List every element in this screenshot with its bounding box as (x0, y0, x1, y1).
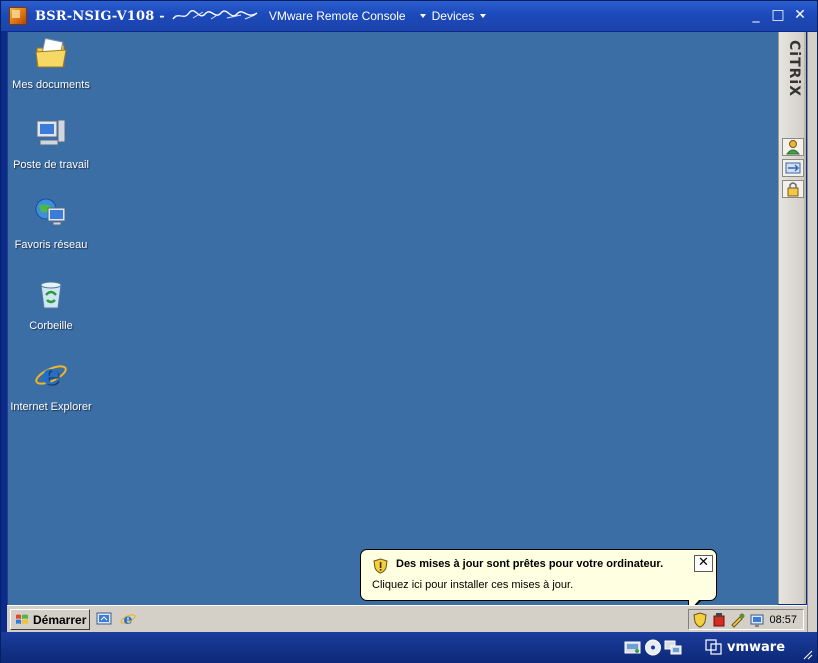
maximize-button[interactable]: □ (771, 7, 785, 23)
citrix-user-icon (785, 140, 801, 155)
vmware-brand-text: vmware (727, 639, 786, 655)
vmware-console-window: BSR-NSIG-V108 - VMware Remote Console De… (0, 0, 818, 663)
start-button-label: Démarrer (33, 612, 87, 627)
my-computer-icon (36, 119, 66, 146)
citrix-lock-button[interactable] (782, 180, 804, 198)
citrix-transfer-icon (785, 162, 801, 174)
vmware-status-bar: vmware (1, 632, 817, 663)
window-title: BSR-NSIG-V108 - (35, 8, 165, 24)
removable-devices-icon[interactable] (624, 639, 642, 656)
desktop-icon-my-computer[interactable]: Poste de travail (5, 116, 97, 172)
svg-text:e: e (124, 612, 133, 627)
taskbar: Démarrer e 08:57 (7, 605, 807, 632)
update-balloon-tooltip[interactable]: Des mises à jour sont prêtes pour votre … (360, 549, 717, 601)
windows-update-shield-icon[interactable] (692, 611, 708, 628)
network-icon[interactable] (749, 612, 765, 628)
my-documents-icon (35, 37, 67, 68)
tools-icon[interactable] (730, 612, 746, 628)
desktop-icon-my-documents[interactable]: Mes documents (5, 36, 97, 92)
balloon-message[interactable]: Cliquez ici pour installer ces mises à j… (372, 579, 573, 591)
caret-down-icon (480, 14, 487, 18)
vmware-boxes-icon (705, 639, 722, 655)
redacted-scribble-icon (172, 10, 258, 20)
citrix-lock-icon (787, 182, 799, 197)
security-alert-icon[interactable] (711, 612, 727, 628)
citrix-toolbar: CiTRiX (778, 32, 806, 604)
caret-down-icon (419, 14, 426, 18)
resize-grip-icon[interactable] (801, 648, 813, 660)
system-tray: 08:57 (688, 609, 804, 630)
close-button[interactable]: ✕ (793, 7, 807, 23)
desktop-icon-label: Corbeille (29, 320, 73, 332)
vmware-app-icon[interactable] (9, 7, 27, 25)
internet-explorer-icon: e (35, 358, 67, 391)
windows-update-shield-icon (373, 558, 388, 574)
title-bar[interactable]: BSR-NSIG-V108 - VMware Remote Console De… (1, 1, 817, 31)
internet-explorer-icon[interactable]: e (120, 611, 136, 627)
show-desktop-icon[interactable] (96, 611, 112, 627)
vmware-logo: vmware (705, 639, 785, 655)
citrix-transfer-button[interactable] (782, 159, 804, 177)
desktop-icon-label: Mes documents (12, 79, 90, 91)
citrix-logo: CiTRiX (786, 40, 802, 97)
remote-desktop[interactable]: Mes documents Poste de travail Favoris r… (7, 32, 778, 605)
window-right-border (807, 32, 817, 632)
desktop-icon-recycle-bin[interactable]: Corbeille (5, 277, 97, 333)
network-places-icon (35, 198, 66, 226)
desktop-icon-label: Internet Explorer (10, 401, 92, 413)
desktop-icon-internet-explorer[interactable]: e Internet Explorer (5, 358, 97, 414)
windows-logo-icon (16, 614, 28, 624)
menu-vmware-remote-console[interactable]: VMware Remote Console (269, 9, 406, 23)
taskbar-clock[interactable]: 08:57 (769, 614, 797, 626)
network-adapter-icon[interactable] (664, 639, 682, 656)
balloon-close-button[interactable]: ✕ (694, 555, 713, 572)
menu-devices[interactable]: Devices (419, 9, 491, 23)
cd-drive-icon[interactable] (644, 639, 662, 656)
desktop-icon-label: Poste de travail (13, 159, 89, 171)
recycle-bin-icon (40, 281, 62, 309)
svg-text:e: e (42, 358, 60, 391)
citrix-user-button[interactable] (782, 138, 804, 156)
minimize-button[interactable]: _ (749, 7, 763, 23)
desktop-icon-label: Favoris réseau (14, 239, 88, 251)
balloon-title: Des mises à jour sont prêtes pour votre … (396, 558, 664, 570)
desktop-icon-network-places[interactable]: Favoris réseau (5, 196, 97, 252)
start-button[interactable]: Démarrer (10, 609, 90, 630)
